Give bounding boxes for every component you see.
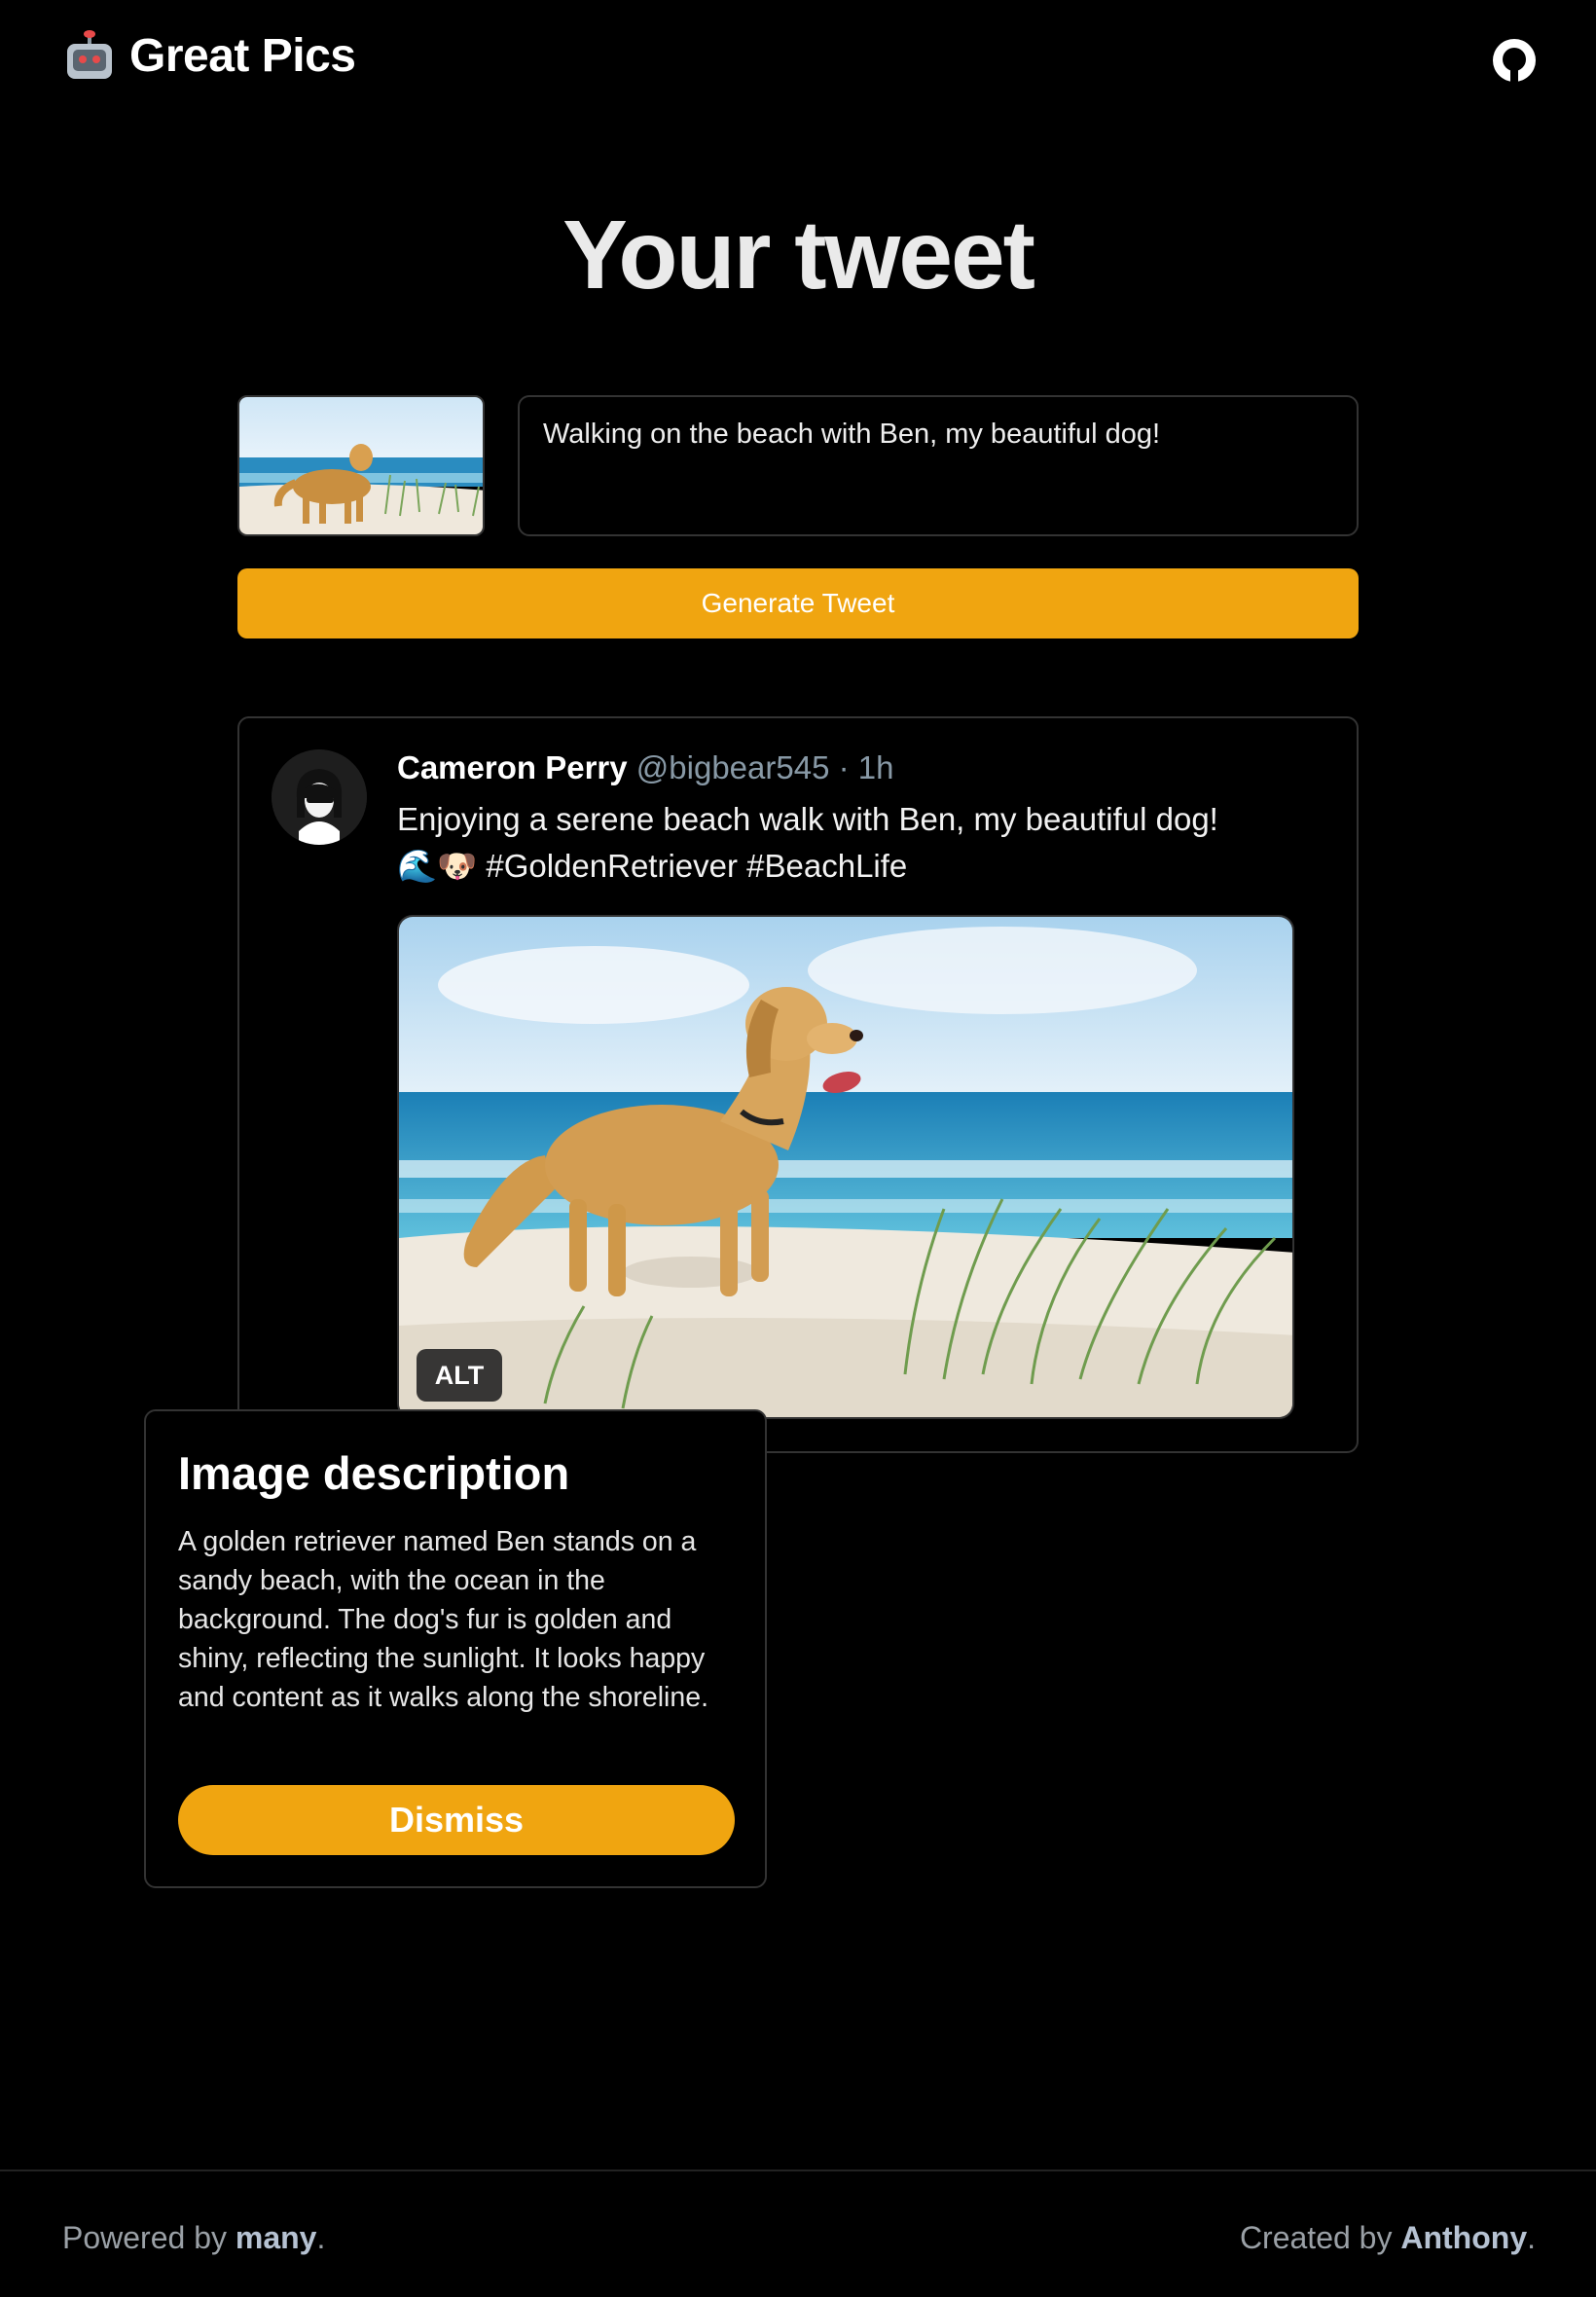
footer-left-link[interactable]: many — [236, 2220, 317, 2255]
popover-title: Image description — [178, 1447, 570, 1499]
tweet-image[interactable]: ALT — [397, 915, 1294, 1419]
tweet-text: Enjoying a serene beach walk with Ben, m… — [397, 801, 1218, 884]
footer-created-by: Created by Anthony. — [1240, 2220, 1536, 2256]
uploaded-image-thumbnail[interactable] — [237, 395, 485, 536]
avatar[interactable] — [272, 749, 367, 845]
dismiss-button[interactable]: Dismiss — [178, 1785, 735, 1855]
footer-left-prefix: Powered by — [62, 2220, 236, 2255]
robot-icon — [63, 29, 116, 83]
tweet-card: Cameron Perry @bigbear545 · 1h Enjoying … — [237, 716, 1359, 1453]
tweet-author-handle[interactable]: @bigbear545 — [636, 749, 830, 785]
footer-powered-by: Powered by many. — [62, 2220, 325, 2256]
popover-description: A golden retriever named Ben stands on a… — [178, 1526, 709, 1713]
image-description-popover: Image description A golden retriever nam… — [144, 1409, 767, 1888]
tweet-text-input[interactable]: Walking on the beach with Ben, my beauti… — [518, 395, 1359, 536]
alt-badge[interactable]: ALT — [417, 1349, 502, 1402]
tweet-header: Cameron Perry @bigbear545 · 1h — [397, 749, 894, 786]
brand-title: Great Pics — [129, 30, 356, 82]
footer-right-link[interactable]: Anthony — [1400, 2220, 1527, 2255]
generate-tweet-button[interactable]: Generate Tweet — [237, 568, 1359, 638]
footer: Powered by many. Created by Anthony. — [0, 2169, 1596, 2297]
footer-right-suffix: . — [1527, 2220, 1536, 2255]
github-icon[interactable] — [1493, 39, 1536, 82]
footer-right-prefix: Created by — [1239, 2220, 1401, 2255]
header: Great Pics — [0, 0, 1596, 127]
brand[interactable]: Great Pics — [63, 29, 356, 83]
tweet-separator: · — [838, 749, 850, 785]
tweet-timestamp: 1h — [857, 749, 894, 785]
page-title: Your tweet — [562, 201, 1035, 310]
tweet-author-name[interactable]: Cameron Perry — [397, 749, 628, 785]
footer-left-suffix: . — [316, 2220, 326, 2255]
